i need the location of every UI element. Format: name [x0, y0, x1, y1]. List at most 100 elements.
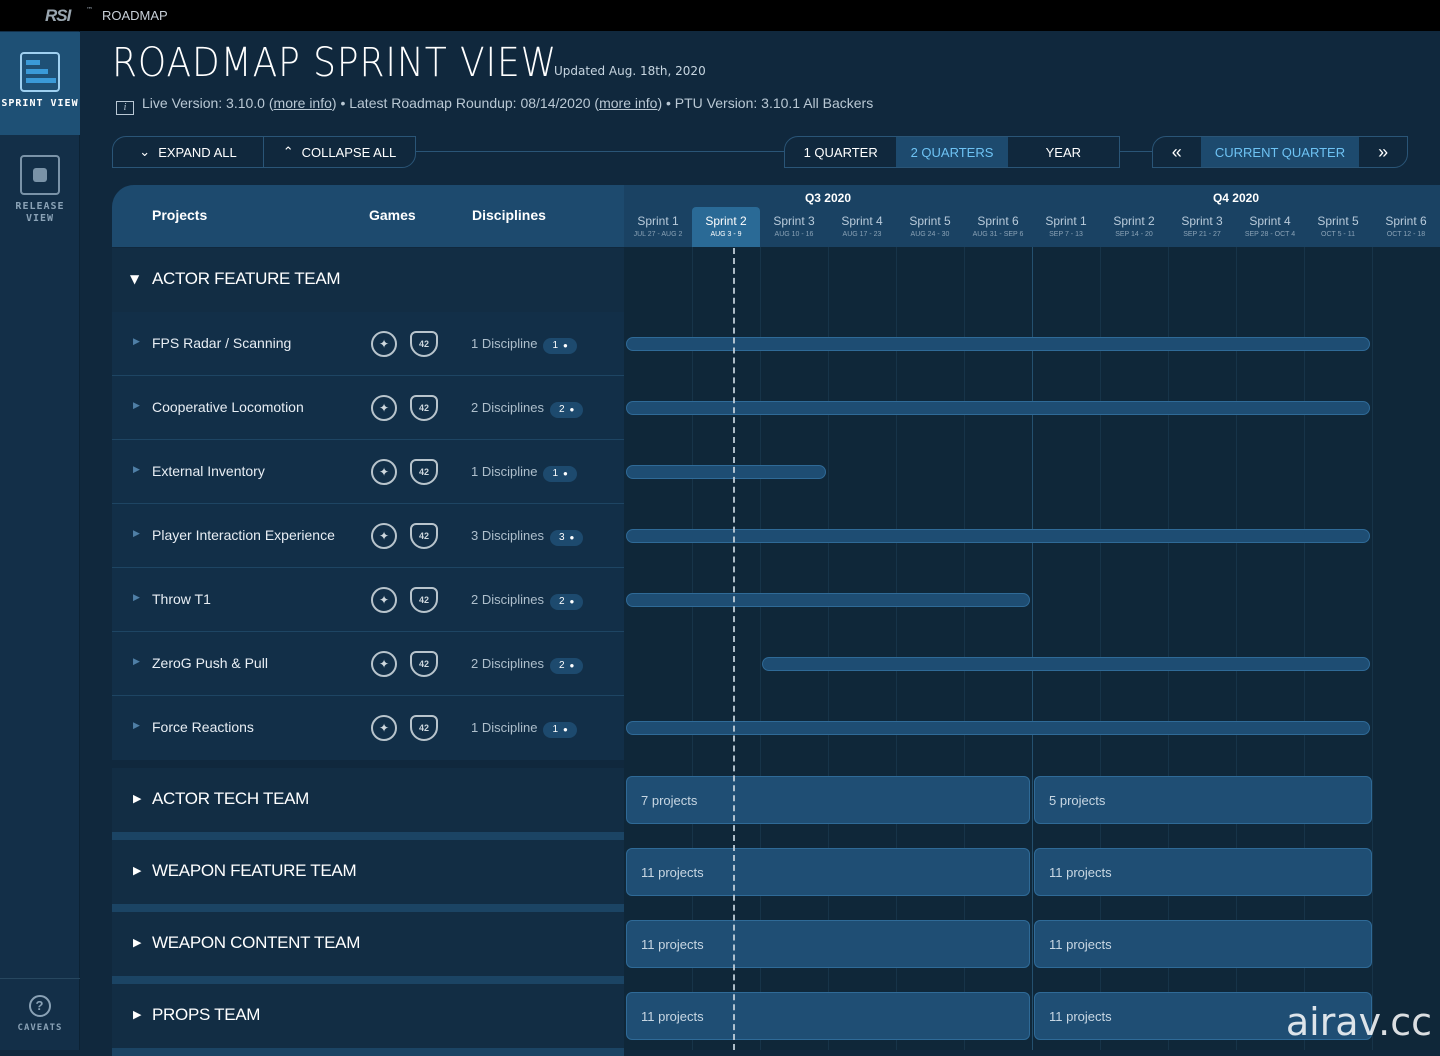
team-row[interactable]: ▶ WEAPON FEATURE TEAM 11 projects 11 projec… [112, 840, 1440, 904]
q3-projects-block[interactable]: 11 projects [626, 848, 1030, 896]
current-date-marker [733, 248, 735, 1050]
team-row[interactable]: ▶ ACTOR TECH TEAM 7 projects 5 projects [112, 768, 1440, 832]
team-row[interactable]: ▶ PROPS TEAM 11 projects 11 projects [112, 984, 1440, 1048]
project-row[interactable]: ▶ Player Interaction Experience ✦ 42 3 Disci… [112, 504, 1440, 568]
project-timeline-bar[interactable] [626, 337, 1370, 351]
disciplines-info[interactable]: 3 Disciplines 3 ● [471, 528, 584, 546]
current-quarter-button[interactable]: CURRENT QUARTER [1200, 137, 1360, 167]
chevron-right-icon[interactable]: ▶ [133, 529, 140, 539]
disciplines-info[interactable]: 2 Disciplines 2 ● [471, 592, 584, 610]
team-row[interactable]: ▶ WEAPON CONTENT TEAM 11 projects 11 projec… [112, 912, 1440, 976]
sidebar-item-release-view[interactable]: RELEASE VIEW [0, 155, 80, 235]
more-info-link[interactable]: more info [274, 95, 332, 111]
sprint-dates: SEP 21 - 27 [1183, 231, 1221, 238]
roundup-info: ) • Latest Roadmap Roundup: 08/14/2020 ( [331, 95, 600, 111]
project-title[interactable]: ZeroG Push & Pull [152, 655, 268, 671]
sprint-column-header[interactable]: Sprint 4 AUG 17 - 23 [828, 207, 896, 247]
collapse-all-button[interactable]: ⌃ COLLAPSE ALL [264, 137, 415, 167]
disciplines-info[interactable]: 1 Discipline 1 ● [471, 720, 577, 738]
sprint-dates: OCT 5 - 11 [1321, 231, 1355, 238]
chevron-right-icon[interactable]: ▶ [133, 657, 140, 667]
disciplines-count: 1 Discipline [471, 720, 538, 735]
discipline-badge: 2 ● [549, 658, 584, 674]
project-timeline-bar[interactable] [626, 465, 826, 479]
brand-label[interactable]: ROADMAP [102, 8, 168, 23]
q4-projects-block[interactable]: 5 projects [1034, 776, 1372, 824]
version-info: i Live Version: 3.10.0 (more info) • Late… [116, 95, 873, 115]
project-timeline-bar[interactable] [626, 721, 1370, 735]
chevron-right-icon[interactable]: ▶ [133, 337, 140, 347]
sprint-column-header[interactable]: Sprint 1 SEP 7 - 13 [1032, 207, 1100, 247]
range-2-quarters[interactable]: 2 QUARTERS [896, 137, 1008, 167]
caret-right-icon[interactable]: ▶ [133, 792, 141, 805]
sprint-column-header[interactable]: Sprint 6 AUG 31 - SEP 6 [964, 207, 1032, 247]
project-timeline-bar[interactable] [626, 593, 1030, 607]
disciplines-info[interactable]: 2 Disciplines 2 ● [471, 400, 584, 418]
discipline-badge: 1 ● [543, 466, 577, 482]
sprint-column-header[interactable]: Sprint 5 AUG 24 - 30 [896, 207, 964, 247]
q4-projects-block[interactable]: 11 projects [1034, 848, 1372, 896]
next-quarter-icon[interactable]: » [1359, 137, 1407, 167]
quarter-label: Q3 2020 [804, 191, 852, 205]
sprint-column-header[interactable]: Sprint 3 AUG 10 - 16 [760, 207, 828, 247]
project-title[interactable]: Force Reactions [152, 719, 254, 735]
sprint-name: Sprint 1 [1045, 214, 1087, 228]
caret-right-icon[interactable]: ▶ [133, 1008, 141, 1021]
previous-quarter-icon[interactable]: « [1153, 137, 1201, 167]
project-title[interactable]: Throw T1 [152, 591, 211, 607]
project-row[interactable]: ▶ Throw T1 ✦ 42 2 Disciplines 2 ● [112, 568, 1440, 632]
caret-down-icon[interactable]: ▼ [130, 272, 139, 286]
project-title[interactable]: Player Interaction Experience [152, 527, 335, 543]
chevron-right-icon[interactable]: ▶ [133, 465, 140, 475]
q4-projects-block[interactable]: 11 projects [1034, 920, 1372, 968]
project-row[interactable]: ▶ Force Reactions ✦ 42 1 Discipline 1 ● [112, 696, 1440, 760]
range-year[interactable]: YEAR [1008, 137, 1119, 167]
project-row[interactable]: ▶ External Inventory ✦ 42 1 Discipline 1 ● [112, 440, 1440, 504]
chevron-right-icon[interactable]: ▶ [133, 593, 140, 603]
badge-count: 3 [558, 532, 565, 543]
sprint-column-header[interactable]: Sprint 1 JUL 27 - AUG 2 [624, 207, 692, 247]
project-title[interactable]: External Inventory [152, 463, 265, 479]
q3-projects-block[interactable]: 11 projects [626, 992, 1030, 1040]
sprint-column-header[interactable]: Sprint 2 AUG 3 - 9 [692, 207, 760, 247]
project-timeline-bar[interactable] [626, 401, 1370, 415]
team-row-actor-feature[interactable]: ▼ ACTOR FEATURE TEAM [112, 248, 1440, 312]
ptu-version: ) • PTU Version: 3.10.1 All Backers [657, 95, 874, 111]
project-row[interactable]: ▶ Cooperative Locomotion ✦ 42 2 Disciplines 2… [112, 376, 1440, 440]
sprint-column-header[interactable]: Sprint 6 OCT 12 - 18 [1372, 207, 1440, 247]
chevron-right-icon[interactable]: ▶ [133, 401, 140, 411]
sprint-column-header[interactable]: Sprint 5 OCT 5 - 11 [1304, 207, 1372, 247]
expand-all-button[interactable]: ⌄ EXPAND ALL [113, 137, 264, 167]
sprint-dates: AUG 31 - SEP 6 [972, 231, 1024, 238]
sprint-name: Sprint 4 [1249, 214, 1291, 228]
chevron-right-icon[interactable]: ▶ [133, 721, 140, 731]
project-row[interactable]: ▶ ZeroG Push & Pull ✦ 42 2 Disciplines 2 ● [112, 632, 1440, 696]
q3-projects-block[interactable]: 7 projects [626, 776, 1030, 824]
project-row[interactable]: ▶ FPS Radar / Scanning ✦ 42 1 Discipline 1 ● [112, 312, 1440, 376]
project-timeline-bar[interactable] [626, 529, 1370, 543]
sprint-column-header[interactable]: Sprint 3 SEP 21 - 27 [1168, 207, 1236, 247]
caveats-button[interactable]: ? CAVEATS [0, 978, 80, 1033]
caret-right-icon[interactable]: ▶ [133, 936, 141, 949]
disciplines-info[interactable]: 1 Discipline 1 ● [471, 464, 577, 482]
more-info-link[interactable]: more info [599, 95, 657, 111]
star-citizen-icon: ✦ [371, 395, 397, 421]
sprint-column-header[interactable]: Sprint 2 SEP 14 - 20 [1100, 207, 1168, 247]
sprint-column-header[interactable]: Sprint 4 SEP 28 - OCT 4 [1236, 207, 1304, 247]
sprint-name: Sprint 5 [1317, 214, 1359, 228]
range-1-quarter[interactable]: 1 QUARTER [785, 137, 896, 167]
sidebar-item-sprint-view[interactable]: SPRINT VIEW [0, 32, 80, 135]
team-name: ACTOR FEATURE TEAM [152, 269, 341, 288]
rsi-logo[interactable]: RSI [45, 6, 71, 26]
caret-right-icon[interactable]: ▶ [133, 864, 141, 877]
expand-collapse-group: ⌄ EXPAND ALL ⌃ COLLAPSE ALL [112, 136, 416, 168]
range-selector: 1 QUARTER 2 QUARTERS YEAR [784, 136, 1120, 168]
project-title[interactable]: FPS Radar / Scanning [152, 335, 291, 351]
disciplines-info[interactable]: 1 Discipline 1 ● [471, 336, 577, 354]
disciplines-info[interactable]: 2 Disciplines 2 ● [471, 656, 584, 674]
person-icon: ● [569, 661, 575, 670]
updated-date: Updated Aug. 18th, 2020 [554, 64, 706, 78]
q3-projects-block[interactable]: 11 projects [626, 920, 1030, 968]
project-title[interactable]: Cooperative Locomotion [152, 399, 304, 415]
project-timeline-bar[interactable] [762, 657, 1370, 671]
